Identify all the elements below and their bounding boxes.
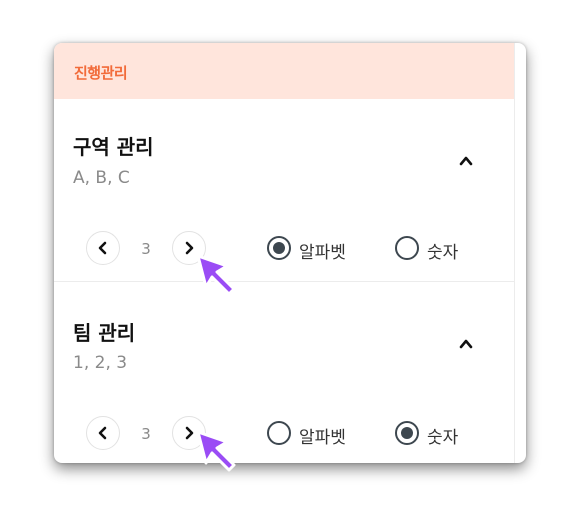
- pointer-cursor-icon: [196, 254, 236, 296]
- section-subtitle: 1, 2, 3: [73, 353, 128, 373]
- chevron-up-icon[interactable]: [459, 337, 473, 351]
- radio-number-label[interactable]: 숫자: [427, 423, 458, 448]
- radio-number[interactable]: [395, 236, 419, 260]
- chevron-left-icon: [98, 426, 107, 440]
- section-subtitle: A, B, C: [73, 168, 130, 188]
- panel-header: 진행관리: [54, 43, 514, 99]
- page-number: 3: [141, 240, 151, 258]
- chevron-left-icon: [98, 241, 107, 255]
- pointer-cursor-icon: [196, 430, 236, 472]
- radio-alphabet[interactable]: [267, 236, 291, 260]
- radio-alphabet-label[interactable]: 알파벳: [299, 423, 346, 448]
- section-title: 팀 관리: [73, 321, 136, 345]
- chevron-up-icon[interactable]: [459, 154, 473, 168]
- prev-page-button[interactable]: [86, 231, 120, 265]
- progress-management-panel: 진행관리 구역 관리 A, B, C 3 알파벳 숫자 팀 관리 1, 2, 3: [54, 43, 526, 463]
- radio-number-label[interactable]: 숫자: [427, 238, 458, 263]
- radio-number[interactable]: [395, 421, 419, 445]
- section-title: 구역 관리: [73, 135, 154, 159]
- radio-alphabet-label[interactable]: 알파벳: [299, 238, 346, 263]
- section-divider: [54, 281, 514, 282]
- panel-title: 진행관리: [74, 64, 128, 82]
- page-number: 3: [141, 425, 151, 443]
- right-divider: [514, 43, 515, 463]
- prev-page-button[interactable]: [86, 416, 120, 450]
- radio-alphabet[interactable]: [267, 421, 291, 445]
